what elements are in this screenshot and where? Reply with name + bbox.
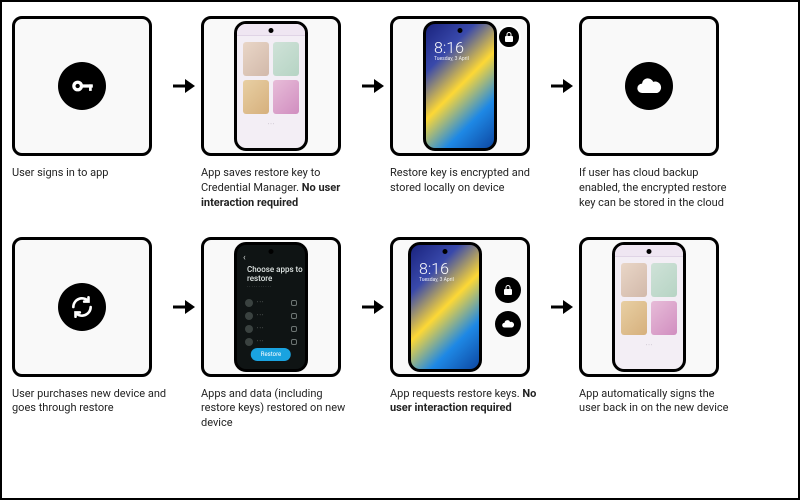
- lockscreen-date: Tuesday, 3 April: [434, 56, 469, 62]
- arrow-icon: [362, 237, 384, 377]
- tile-sign-in: [12, 16, 152, 156]
- flow-row-backup: User signs in to app · · · App saves res…: [12, 16, 788, 211]
- caption-save-key: App saves restore key to Credential Mana…: [201, 166, 356, 211]
- lockscreen-date: Tuesday, 3 April: [419, 277, 454, 283]
- caption-restore-apps: Apps and data (including restore keys) r…: [201, 387, 356, 432]
- tile-save-key: · · ·: [201, 16, 341, 156]
- step-restore-apps: ‹ Choose apps to restore · · · · · · · ·…: [201, 237, 356, 432]
- sync-icon: [58, 283, 106, 331]
- phone-app-gallery: · · ·: [234, 21, 308, 151]
- restore-button: Restore: [251, 348, 291, 361]
- arrow-icon: [173, 16, 195, 156]
- tile-request-keys: 8:16 Tuesday, 3 April: [390, 237, 530, 377]
- arrow-icon: [551, 16, 573, 156]
- tile-auto-signin: · · ·: [579, 237, 719, 377]
- lockscreen-time: 8:16: [434, 38, 464, 57]
- lock-icon: [495, 277, 521, 303]
- step-cloud-backup: If user has cloud backup enabled, the en…: [579, 16, 747, 211]
- step-request-keys: 8:16 Tuesday, 3 April App requests resto…: [390, 237, 545, 417]
- step-encrypt-local: 8:16 Tuesday, 3 April Restore key is enc…: [390, 16, 545, 196]
- phone-app-gallery: · · ·: [612, 242, 686, 372]
- caption-encrypt-local: Restore key is encrypted and stored loca…: [390, 166, 545, 196]
- step-sign-in: User signs in to app: [12, 16, 167, 181]
- caption-request-keys: App requests restore keys. No user inter…: [390, 387, 545, 417]
- cloud-icon: [625, 62, 673, 110]
- cloud-icon: [495, 311, 521, 337]
- step-auto-signin: · · · App automatically signs the user b…: [579, 237, 747, 417]
- phone-restore-dialog: ‹ Choose apps to restore · · · · · · · ·…: [234, 242, 308, 372]
- lock-icon: [497, 25, 521, 49]
- restore-dialog-title: Choose apps to restore: [247, 265, 305, 283]
- flow-row-restore: User purchases new device and goes throu…: [12, 237, 788, 432]
- phone-lockscreen: 8:16 Tuesday, 3 April: [408, 242, 482, 372]
- key-icon: [58, 62, 106, 110]
- step-new-device: User purchases new device and goes throu…: [12, 237, 167, 417]
- tile-cloud-backup: [579, 16, 719, 156]
- tile-restore-apps: ‹ Choose apps to restore · · · · · · · ·…: [201, 237, 341, 377]
- restore-dialog-subtitle: · · · · · · · · · · ·: [247, 285, 301, 290]
- arrow-icon: [551, 237, 573, 377]
- caption-cloud-backup: If user has cloud backup enabled, the en…: [579, 166, 734, 211]
- tile-new-device: [12, 237, 152, 377]
- back-arrow-icon: ‹: [243, 253, 246, 263]
- phone-lockscreen: 8:16 Tuesday, 3 April: [423, 21, 497, 151]
- caption-new-device: User purchases new device and goes throu…: [12, 387, 167, 417]
- caption-auto-signin: App automatically signs the user back in…: [579, 387, 734, 417]
- step-save-key: · · · App saves restore key to Credentia…: [201, 16, 356, 211]
- arrow-icon: [362, 16, 384, 156]
- arrow-icon: [173, 237, 195, 377]
- caption-sign-in: User signs in to app: [12, 166, 108, 181]
- lockscreen-time: 8:16: [419, 259, 449, 278]
- tile-encrypt-local: 8:16 Tuesday, 3 April: [390, 16, 530, 156]
